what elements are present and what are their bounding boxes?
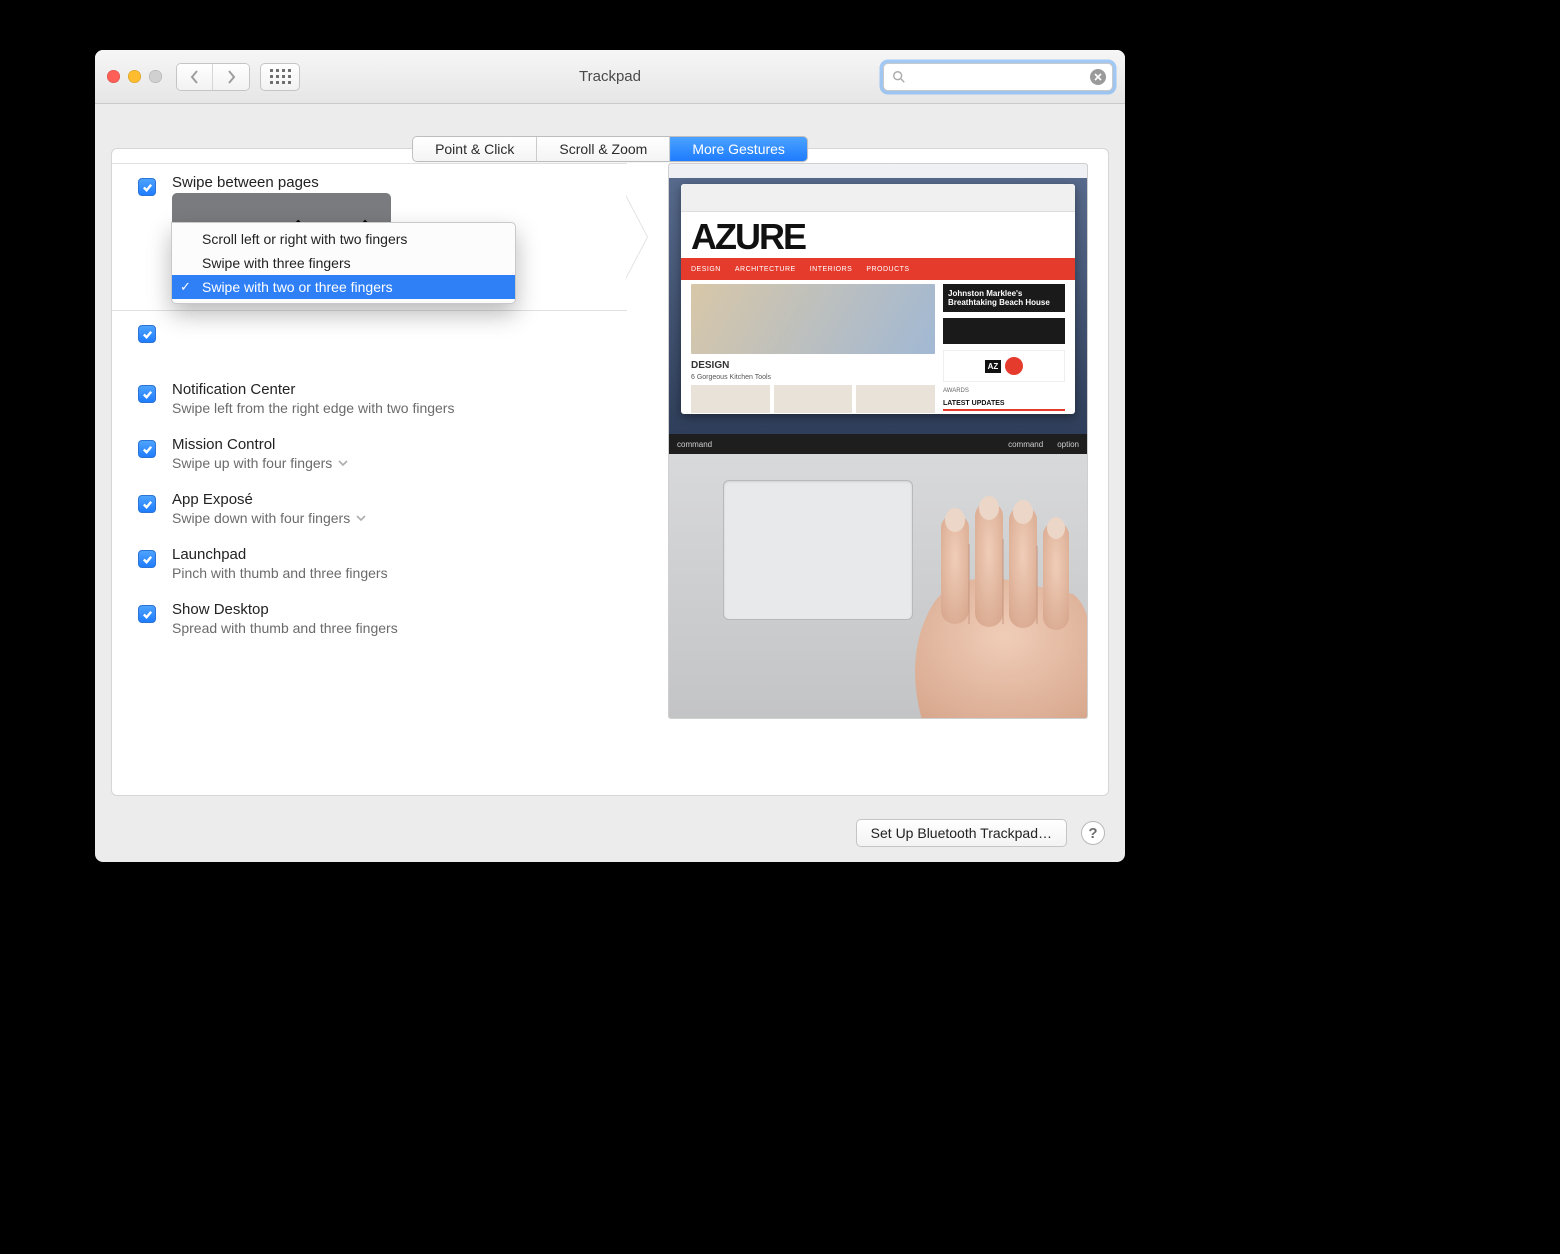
gesture-preview: AZURE DESIGN ARCHITECTURE INTERIORS PROD…	[668, 163, 1088, 719]
check-icon	[142, 182, 153, 193]
checkbox-notification-center[interactable]	[138, 385, 156, 403]
close-window-button[interactable]	[107, 70, 120, 83]
gesture-mission-control[interactable]: Mission Control Swipe up with four finge…	[112, 426, 627, 481]
preview-screen: AZURE DESIGN ARCHITECTURE INTERIORS PROD…	[669, 164, 1087, 434]
check-icon	[142, 444, 153, 455]
check-icon	[142, 389, 153, 400]
dropdown-option-swipe-three-fingers[interactable]: Swipe with three fingers	[172, 251, 515, 275]
checkbox-swipe-full-screen[interactable]	[138, 325, 156, 343]
hand-icon	[863, 484, 1088, 719]
gesture-app-expose[interactable]: App Exposé Swipe down with four fingers	[112, 481, 627, 536]
gesture-subtitle: Pinch with thumb and three fingers	[172, 565, 627, 581]
preview-side-column: Johnston Marklee's Breathtaking Beach Ho…	[943, 284, 1065, 413]
tab-point-and-click[interactable]: Point & Click	[413, 137, 537, 161]
red-circle-icon	[1005, 357, 1023, 375]
check-icon: ✓	[180, 279, 191, 295]
tab-bar: Point & Click Scroll & Zoom More Gesture…	[412, 136, 808, 162]
settings-panel: Swipe between pages Swipe with two or th…	[111, 148, 1109, 796]
preview-hero-image	[691, 284, 935, 354]
gesture-subtitle: Swipe left from the right edge with two …	[172, 400, 627, 416]
chevron-down-icon	[338, 458, 348, 468]
preferences-window: Trackpad Point & Click Scroll & Zoom Mor…	[95, 50, 1125, 862]
gesture-title: Notification Center	[172, 381, 627, 398]
tab-more-gestures[interactable]: More Gestures	[670, 137, 807, 161]
gesture-option-dropdown[interactable]: Swipe down with four fingers	[172, 510, 627, 526]
chevron-left-icon	[189, 70, 201, 84]
dropdown-menu: Scroll left or right with two fingers Sw…	[171, 222, 516, 304]
search-field-wrap[interactable]	[883, 63, 1113, 91]
preview-browser-toolbar	[681, 184, 1075, 212]
check-icon	[142, 554, 153, 565]
preview-keyboard-row: command command option	[669, 434, 1087, 454]
setup-bluetooth-trackpad-button[interactable]: Set Up Bluetooth Trackpad…	[856, 819, 1067, 847]
chevron-down-icon	[356, 513, 366, 523]
nav-forward-button[interactable]	[213, 64, 249, 90]
window-controls	[107, 70, 162, 83]
chevron-right-icon	[225, 70, 237, 84]
preview-thumbnails	[691, 385, 935, 413]
preview-menubar	[669, 164, 1087, 178]
gesture-swipe-between-pages[interactable]: Swipe between pages Swipe with two or th…	[112, 163, 627, 311]
close-icon	[1094, 73, 1102, 81]
nav-back-button[interactable]	[177, 64, 213, 90]
help-button[interactable]: ?	[1081, 821, 1105, 845]
dropdown-option-swipe-two-or-three[interactable]: ✓ Swipe with two or three fingers	[172, 275, 515, 299]
preview-side-text	[943, 318, 1065, 344]
preview-latest-label: LATEST UPDATES	[943, 400, 1065, 411]
preview-side-headline: Johnston Marklee's Breathtaking Beach Ho…	[943, 284, 1065, 312]
gesture-title: Mission Control	[172, 436, 627, 453]
gesture-list: Swipe between pages Swipe with two or th…	[112, 163, 627, 646]
checkbox-app-expose[interactable]	[138, 495, 156, 513]
checkbox-swipe-between-pages[interactable]	[138, 178, 156, 196]
gesture-subtitle: Spread with thumb and three fingers	[172, 620, 627, 636]
check-icon	[142, 329, 153, 340]
gesture-launchpad[interactable]: Launchpad Pinch with thumb and three fin…	[112, 536, 627, 591]
checkbox-mission-control[interactable]	[138, 440, 156, 458]
nav-buttons	[176, 63, 250, 91]
gesture-swipe-full-screen[interactable]	[112, 311, 627, 371]
preview-site-logo: AZURE	[681, 212, 1075, 258]
zoom-window-button[interactable]	[149, 70, 162, 83]
preview-awards-badge: AZ	[943, 350, 1065, 382]
gesture-notification-center[interactable]: Notification Center Swipe left from the …	[112, 371, 627, 426]
check-icon	[142, 499, 153, 510]
tab-scroll-and-zoom[interactable]: Scroll & Zoom	[537, 137, 670, 161]
preview-browser-window: AZURE DESIGN ARCHITECTURE INTERIORS PROD…	[681, 184, 1075, 414]
gesture-show-desktop[interactable]: Show Desktop Spread with thumb and three…	[112, 591, 627, 646]
checkbox-launchpad[interactable]	[138, 550, 156, 568]
gesture-title: Show Desktop	[172, 601, 627, 618]
gesture-title: App Exposé	[172, 491, 627, 508]
clear-search-button[interactable]	[1090, 69, 1106, 85]
gesture-option-dropdown[interactable]: Swipe up with four fingers	[172, 455, 627, 471]
preview-section-label: DESIGN	[691, 360, 935, 371]
gesture-title: Swipe between pages	[172, 174, 627, 191]
footer: Set Up Bluetooth Trackpad… ?	[95, 804, 1125, 862]
preview-main-column: DESIGN 6 Gorgeous Kitchen Tools	[691, 284, 935, 413]
preview-article-title: 6 Gorgeous Kitchen Tools	[691, 374, 935, 381]
search-input[interactable]	[912, 69, 1090, 84]
check-icon	[142, 609, 153, 620]
preview-trackpad-area	[669, 454, 1087, 718]
dropdown-option-scroll-two-fingers[interactable]: Scroll left or right with two fingers	[172, 227, 515, 251]
show-all-button[interactable]	[260, 63, 300, 91]
grid-icon	[270, 69, 291, 84]
window-title: Trackpad	[579, 68, 641, 85]
minimize-window-button[interactable]	[128, 70, 141, 83]
search-icon	[892, 70, 906, 84]
checkbox-show-desktop[interactable]	[138, 605, 156, 623]
gesture-title: Launchpad	[172, 546, 627, 563]
titlebar: Trackpad	[95, 50, 1125, 104]
preview-site-nav: DESIGN ARCHITECTURE INTERIORS PRODUCTS	[681, 258, 1075, 280]
